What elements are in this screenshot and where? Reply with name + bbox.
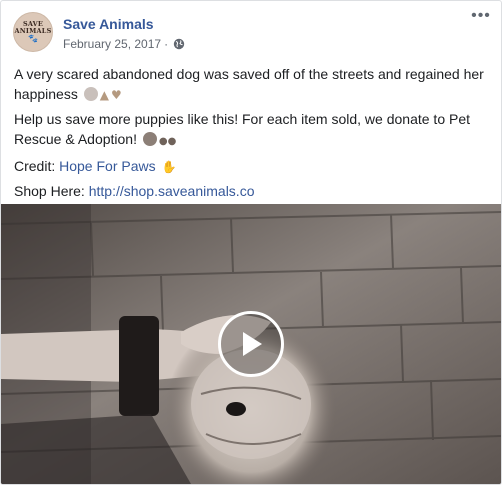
post-header: SAVE ANIMALS 🐾 Save Animals February 25,… — [13, 8, 491, 56]
play-icon — [243, 332, 262, 356]
credit-line: Credit: Hope For Paws ✋ — [14, 156, 489, 177]
shop-line: Shop Here: http://shop.saveanimals.co — [14, 183, 255, 199]
play-button[interactable] — [218, 311, 284, 377]
video-player[interactable] — [1, 204, 501, 484]
meta-separator: · — [164, 37, 169, 51]
paw-prints-emoji: ●● — [158, 136, 177, 147]
post-date[interactable]: February 25, 2017 — [63, 37, 161, 51]
more-options-icon[interactable]: ••• — [471, 8, 491, 25]
paw-icon: 🐾 — [28, 34, 38, 43]
post-paragraph-2: Help us save more puppies like this! For… — [14, 109, 489, 152]
sad-face-emoji — [83, 87, 98, 101]
post-meta: February 25, 2017 · — [63, 37, 185, 51]
page-avatar[interactable]: SAVE ANIMALS 🐾 — [13, 12, 53, 52]
dog-face-emoji — [142, 132, 157, 146]
heart-emoji: ♥ — [110, 88, 122, 102]
shop-link[interactable]: http://shop.saveanimals.co — [89, 183, 255, 199]
praying-hands-emoji: ▲ — [99, 88, 109, 102]
raised-hands-emoji: ✋ — [161, 160, 177, 174]
post-paragraph-1: A very scared abandoned dog was saved of… — [14, 64, 489, 105]
post-body: A very scared abandoned dog was saved of… — [14, 64, 489, 205]
credit-link[interactable]: Hope For Paws — [59, 158, 155, 174]
globe-icon[interactable] — [173, 38, 185, 50]
facebook-post: SAVE ANIMALS 🐾 Save Animals February 25,… — [0, 0, 502, 485]
page-name-link[interactable]: Save Animals — [63, 16, 154, 32]
